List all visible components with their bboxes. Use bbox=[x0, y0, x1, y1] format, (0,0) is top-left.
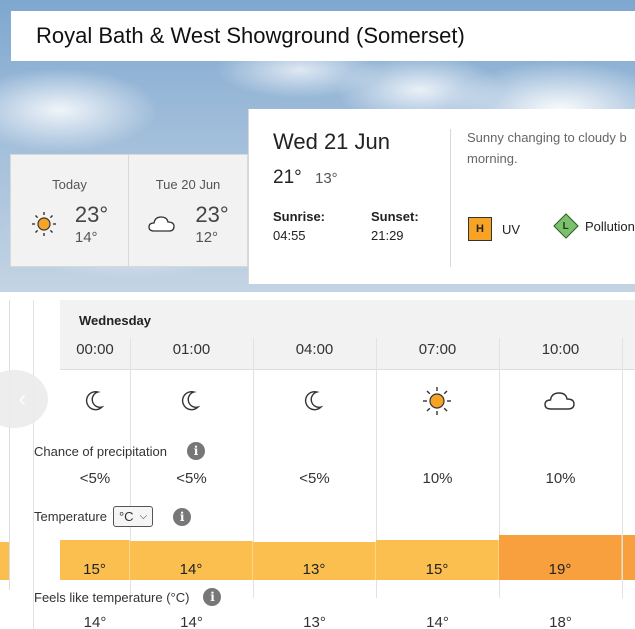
hour-time: 10:00 bbox=[541, 341, 580, 358]
sun-icon bbox=[31, 212, 56, 236]
hour-time: 04:00 bbox=[295, 341, 334, 358]
feels-like-value: 14° bbox=[83, 614, 107, 629]
precipitation-label: Chance of precipitation bbox=[34, 443, 167, 459]
temperature-bar: 13° bbox=[253, 542, 376, 580]
sunrise-block: Sunrise: 04:55 bbox=[273, 209, 325, 243]
page-title: Royal Bath & West Showground (Somerset) bbox=[36, 23, 465, 48]
selected-day-low: 13° bbox=[315, 170, 338, 187]
precipitation-value: 10% bbox=[545, 470, 576, 487]
moon-icon bbox=[181, 390, 201, 411]
precipitation-value: <5% bbox=[176, 470, 207, 487]
feels-like-value: 18° bbox=[549, 614, 572, 629]
info-icon[interactable]: i bbox=[173, 507, 192, 526]
day-tab-label: Today bbox=[52, 177, 87, 192]
day-tab-today[interactable]: Today 23° 14° bbox=[10, 154, 129, 267]
feels-like-value: 14° bbox=[426, 614, 449, 629]
temperature-bar: 19° bbox=[499, 534, 622, 580]
timeline-day-label: Wednesday bbox=[79, 313, 152, 328]
pollution-badge-letter: L bbox=[562, 220, 570, 232]
day-tab-label: Tue 20 Jun bbox=[155, 177, 221, 192]
gutter-line bbox=[33, 300, 34, 629]
feels-like-row-label: Feels like temperature (°C) i bbox=[34, 588, 222, 606]
weather-summary: Sunny changing to cloudy b morning. bbox=[467, 127, 635, 169]
sunset-block: Sunset: 21:29 bbox=[371, 209, 419, 243]
location-header: Royal Bath & West Showground (Somerset) bbox=[11, 11, 635, 61]
chevron-down-icon: ⌵ bbox=[139, 511, 148, 522]
summary-line: Sunny changing to cloudy b bbox=[467, 130, 627, 145]
sunset-time: 21:29 bbox=[371, 228, 404, 243]
selected-day-panel: Wed 21 Jun 21° 13° Sunrise: 04:55 Sunset… bbox=[248, 109, 635, 284]
sunset-label: Sunset: bbox=[371, 209, 419, 224]
temperature-value: 13° bbox=[302, 561, 326, 578]
info-icon[interactable]: i bbox=[203, 588, 222, 606]
feels-like-value: 14° bbox=[180, 614, 203, 629]
sunrise-time: 04:55 bbox=[273, 228, 306, 243]
panel-divider bbox=[450, 129, 451, 267]
temperature-row-label: Temperature °C ⌵ i bbox=[34, 506, 192, 527]
hourly-forecast: Wednesday 00:00 01:00 04:00 07:00 10:00 … bbox=[0, 300, 635, 629]
precipitation-value: <5% bbox=[299, 470, 330, 487]
temperature-unit-value: °C bbox=[118, 509, 134, 524]
chevron-left-icon: ‹ bbox=[18, 386, 26, 411]
day-low-temp: 14° bbox=[74, 229, 98, 246]
hour-time: 07:00 bbox=[418, 341, 457, 358]
day-tab-tue-20-jun[interactable]: Tue 20 Jun 23° 12° bbox=[128, 154, 248, 267]
temperature-bar: 15° bbox=[376, 539, 499, 580]
selected-day-high: 21° bbox=[273, 167, 302, 188]
temperature-unit-select[interactable]: °C ⌵ bbox=[112, 506, 154, 527]
summary-line: morning. bbox=[467, 151, 518, 166]
moon-icon bbox=[85, 390, 105, 411]
timeline-header bbox=[60, 300, 635, 370]
day-high-temp: 23° bbox=[195, 202, 229, 227]
temperature-value: 14° bbox=[179, 560, 203, 578]
temperature-value: 15° bbox=[425, 560, 449, 578]
precipitation-row-label: Chance of precipitation i bbox=[34, 442, 205, 460]
temperature-value: 15° bbox=[83, 560, 106, 578]
pollution-badge: L bbox=[553, 213, 579, 239]
pollution-indicator[interactable]: L Pollution bbox=[553, 213, 635, 239]
hour-time: 00:00 bbox=[76, 341, 114, 358]
hour-time: 01:00 bbox=[172, 341, 211, 358]
feels-like-label: Feels like temperature (°C) bbox=[34, 589, 190, 605]
sunrise-label: Sunrise: bbox=[273, 209, 326, 224]
uv-label: UV bbox=[502, 221, 521, 237]
day-low-temp: 12° bbox=[195, 229, 219, 246]
uv-indicator[interactable]: H UV bbox=[468, 217, 520, 241]
pollution-label: Pollution bbox=[585, 218, 635, 234]
sun-icon bbox=[423, 387, 451, 415]
temperature-bar: 15° bbox=[60, 539, 130, 580]
temperature-label: Temperature bbox=[34, 509, 107, 524]
temperature-value: 19° bbox=[548, 560, 572, 578]
temperature-bar-edge bbox=[623, 535, 635, 580]
feels-like-value: 13° bbox=[303, 614, 326, 629]
day-high-temp: 23° bbox=[74, 202, 109, 227]
cloud-icon bbox=[148, 216, 176, 232]
cloud-icon bbox=[544, 392, 575, 410]
precipitation-value: 10% bbox=[422, 470, 453, 487]
temperature-bar: 14° bbox=[130, 540, 253, 580]
uv-badge: H bbox=[468, 217, 492, 241]
temperature-bar-edge bbox=[0, 542, 9, 580]
info-icon[interactable]: i bbox=[186, 442, 205, 460]
moon-icon bbox=[304, 390, 324, 411]
selected-day-date: Wed 21 Jun bbox=[273, 129, 391, 154]
precipitation-value: <5% bbox=[79, 470, 111, 487]
